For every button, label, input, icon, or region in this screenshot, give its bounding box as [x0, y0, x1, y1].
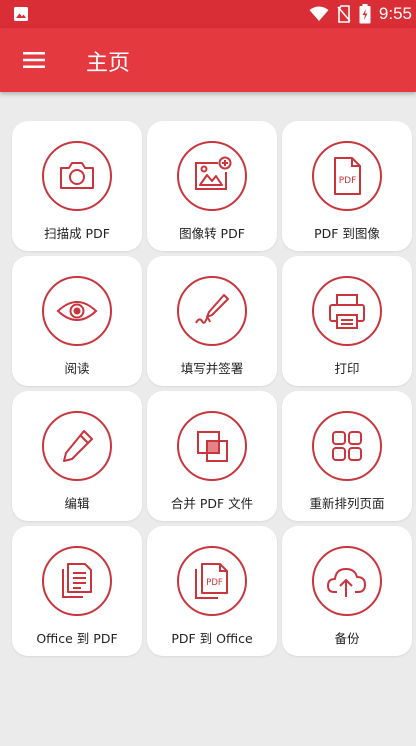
- printer-icon: [329, 294, 365, 329]
- tile-icon-circle: [312, 276, 382, 346]
- tile-pdf-to-image[interactable]: PDF PDF 到图像: [282, 121, 412, 251]
- merge-squares-icon: [197, 431, 228, 462]
- status-time: 9:55: [378, 4, 412, 23]
- tile-edit[interactable]: 编辑: [12, 391, 142, 521]
- tile-label: Office 到 PDF: [36, 631, 118, 646]
- image-notification-icon: [14, 7, 28, 21]
- eye-icon: [56, 301, 98, 321]
- tile-fill-and-sign[interactable]: 填写并签署: [147, 256, 277, 386]
- tile-icon-circle: PDF: [177, 546, 247, 616]
- app-bar: 主页: [0, 28, 416, 92]
- tile-label: 打印: [334, 361, 360, 376]
- tile-icon-circle: [177, 141, 247, 211]
- camera-icon: [60, 162, 94, 189]
- tile-label: 图像转 PDF: [179, 226, 245, 241]
- tile-label: PDF 到 Office: [171, 631, 253, 646]
- tile-icon-circle: [42, 411, 112, 481]
- tile-rearrange-pages[interactable]: 重新排列页面: [282, 391, 412, 521]
- tile-label: 填写并签署: [180, 361, 244, 376]
- tile-label: 合并 PDF 文件: [170, 496, 254, 511]
- signature-pen-icon: [195, 294, 229, 324]
- cloud-upload-icon: [327, 568, 366, 597]
- tile-icon-circle: [312, 546, 382, 616]
- tile-label: 编辑: [64, 496, 90, 511]
- tile-icon-circle: [177, 276, 247, 346]
- tile-icon-circle: [42, 276, 112, 346]
- tile-scan-to-pdf[interactable]: 扫描成 PDF: [12, 121, 142, 251]
- wifi-icon: [309, 6, 329, 21]
- tile-icon-circle: [42, 141, 112, 211]
- document-stack-icon: [62, 563, 92, 598]
- tile-label: 阅读: [64, 361, 90, 376]
- menu-button[interactable]: [14, 42, 54, 78]
- svg-text:PDF: PDF: [206, 578, 223, 588]
- tile-image-to-pdf[interactable]: 图像转 PDF: [147, 121, 277, 251]
- tile-label: 备份: [334, 631, 360, 646]
- tile-icon-circle: [42, 546, 112, 616]
- tile-icon-circle: [177, 411, 247, 481]
- tile-icon-circle: PDF: [312, 141, 382, 211]
- tile-label: 扫描成 PDF: [44, 226, 110, 241]
- tile-pdf-to-office[interactable]: PDF PDF 到 Office: [147, 526, 277, 656]
- image-add-icon: [195, 156, 232, 190]
- tile-backup[interactable]: 备份: [282, 526, 412, 656]
- battery-charging-icon: [359, 4, 371, 24]
- status-bar: 9:55: [0, 0, 416, 28]
- tile-read[interactable]: 阅读: [12, 256, 142, 386]
- tile-print[interactable]: 打印: [282, 256, 412, 386]
- no-sim-icon: [337, 5, 351, 23]
- hamburger-menu-icon: [23, 52, 45, 68]
- svg-text:PDF: PDF: [339, 176, 357, 186]
- tile-merge-pdf[interactable]: 合并 PDF 文件: [147, 391, 277, 521]
- tile-label: 重新排列页面: [309, 496, 385, 511]
- pencil-icon: [63, 430, 93, 462]
- pdf-file-icon: PDF: [334, 157, 361, 195]
- pdf-stack-icon: PDF: [195, 563, 228, 599]
- grid-rearrange-icon: [332, 431, 362, 461]
- tile-office-to-pdf[interactable]: Office 到 PDF: [12, 526, 142, 656]
- tile-icon-circle: [312, 411, 382, 481]
- tile-label: PDF 到图像: [314, 226, 380, 241]
- page-title: 主页: [86, 51, 131, 76]
